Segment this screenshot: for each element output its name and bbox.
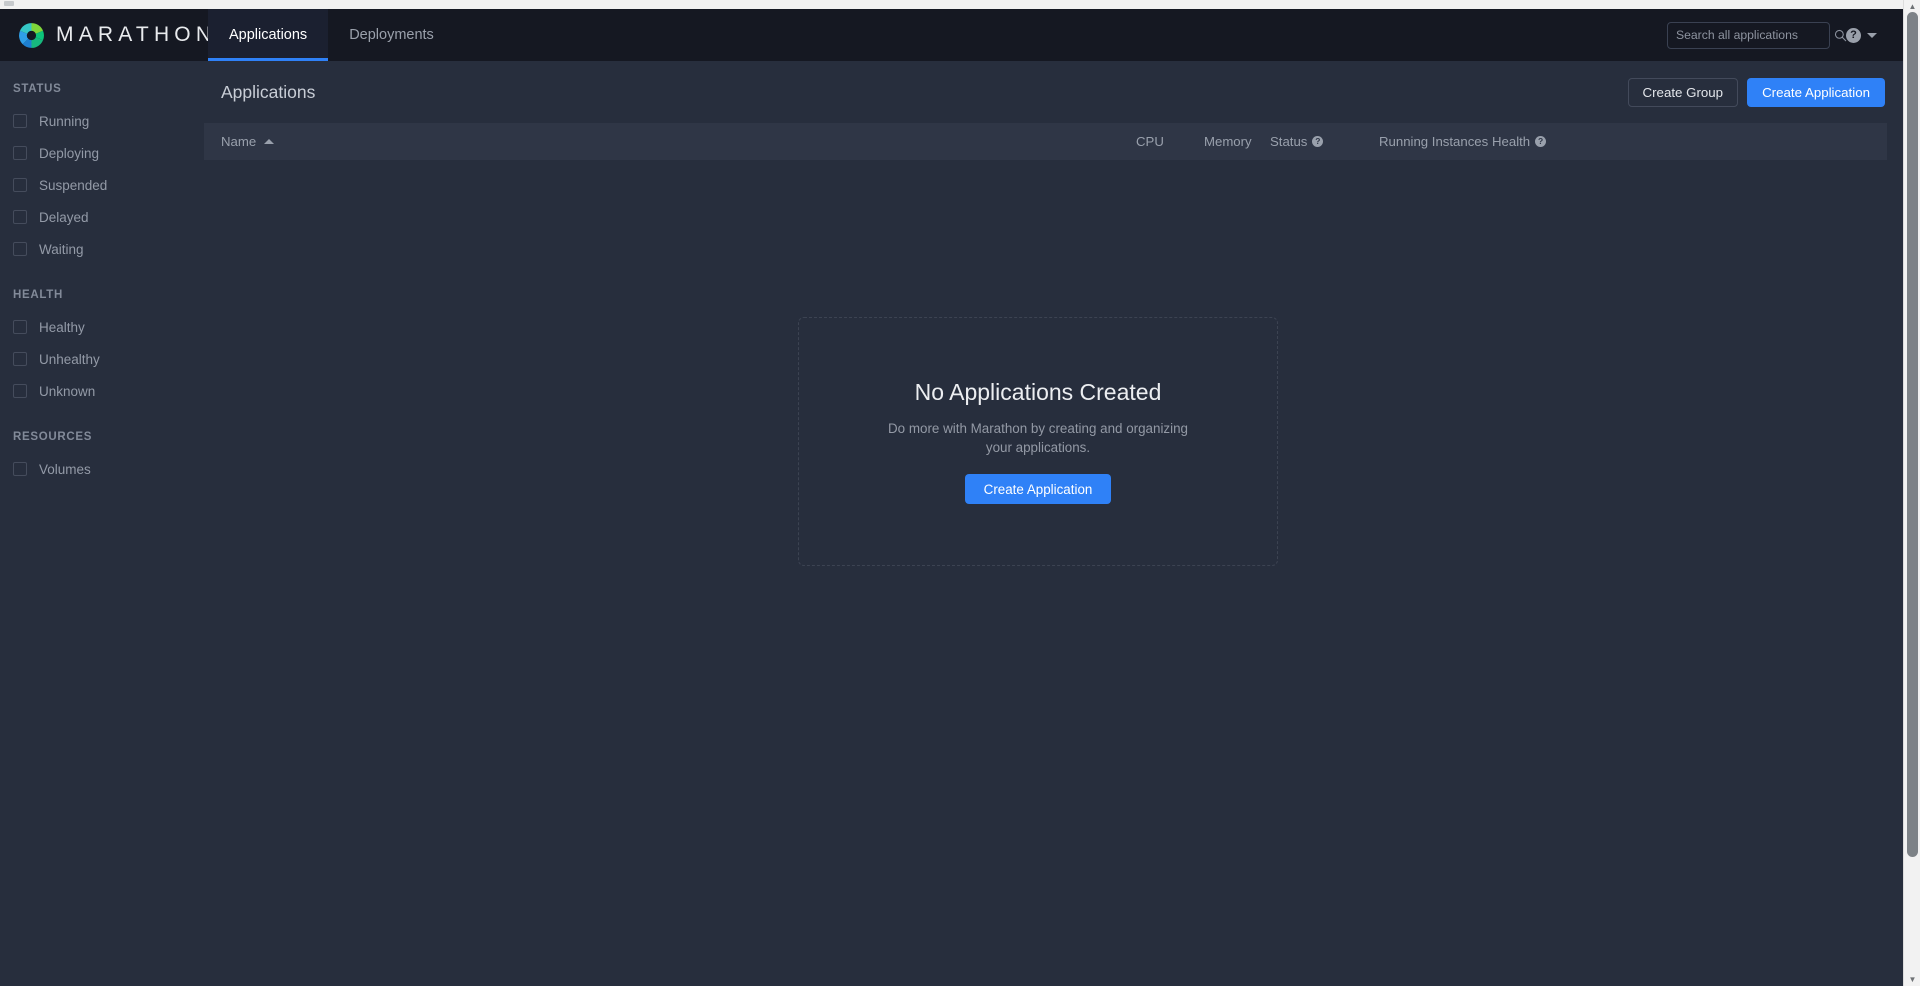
search-box[interactable]: [1667, 21, 1847, 49]
column-header-label: CPU: [1136, 134, 1164, 149]
filter-label: Healthy: [39, 319, 85, 335]
filter-item-delayed[interactable]: Delayed: [0, 201, 204, 233]
create-application-button[interactable]: Create Application: [1747, 77, 1885, 107]
filter-item-unknown[interactable]: Unknown: [0, 375, 204, 407]
nav-tabs: Applications Deployments: [208, 9, 455, 61]
browser-scrollbar[interactable]: ▲ ▼: [1903, 0, 1920, 986]
column-header-label: Name: [221, 134, 257, 149]
browser-viewport: MARATHON Applications Deployments Search…: [0, 0, 1920, 986]
filter-group-status: STATUS Running Deploying Suspended Delay…: [0, 61, 204, 265]
navbar-right-controls: ?: [1667, 21, 1903, 49]
filter-item-unhealthy[interactable]: Unhealthy: [0, 343, 204, 375]
checkbox-icon[interactable]: [13, 384, 27, 398]
filter-label: Volumes: [39, 461, 91, 477]
filter-group-title-health: HEALTH: [13, 289, 63, 301]
column-header-label: Status: [1270, 134, 1308, 149]
filter-group-resources: RESOURCES Volumes: [0, 407, 204, 485]
column-header-health[interactable]: Health ?: [1492, 134, 1547, 149]
applications-table-body: No Applications Created Do more with Mar…: [204, 160, 1887, 986]
scrollbar-arrow-down-icon[interactable]: ▼: [1908, 976, 1917, 984]
top-navbar: MARATHON Applications Deployments Search…: [0, 9, 1903, 61]
empty-state-panel: No Applications Created Do more with Mar…: [798, 317, 1278, 566]
content-header-actions: Create Group Create Application: [1627, 77, 1885, 107]
filter-label: Delayed: [39, 209, 89, 225]
filter-item-volumes[interactable]: Volumes: [0, 453, 204, 485]
chevron-down-icon: [1867, 32, 1877, 38]
filter-item-suspended[interactable]: Suspended: [0, 169, 204, 201]
browser-top-strip: [0, 0, 1920, 9]
marathon-donut-logo-icon: [18, 22, 45, 49]
column-header-running-instances[interactable]: Running Instances: [1379, 134, 1488, 149]
sort-ascending-icon: [264, 139, 275, 144]
filter-label: Unhealthy: [39, 351, 100, 367]
checkbox-icon[interactable]: [13, 352, 27, 366]
filter-label: Waiting: [39, 241, 84, 257]
scrollbar-arrow-up-icon[interactable]: ▲: [1908, 3, 1917, 11]
filter-group-health: HEALTH Healthy Unhealthy Unknown: [0, 265, 204, 407]
checkbox-icon[interactable]: [13, 146, 27, 160]
column-header-status[interactable]: Status ?: [1270, 134, 1324, 149]
filter-label: Deploying: [39, 145, 100, 161]
filter-label: Suspended: [39, 177, 108, 193]
checkbox-icon[interactable]: [13, 178, 27, 192]
content-header: Applications Create Group Create Applica…: [204, 61, 1903, 123]
empty-state-create-application-button[interactable]: Create Application: [964, 474, 1112, 505]
checkbox-icon[interactable]: [13, 462, 27, 476]
column-header-label: Running Instances: [1379, 134, 1489, 149]
page-title: Applications: [221, 81, 316, 102]
checkbox-icon[interactable]: [13, 210, 27, 224]
brand[interactable]: MARATHON: [0, 9, 211, 61]
filter-group-title-status: STATUS: [13, 83, 62, 95]
filter-item-healthy[interactable]: Healthy: [0, 311, 204, 343]
empty-state-title: No Applications Created: [914, 378, 1162, 405]
filter-sidebar: STATUS Running Deploying Suspended Delay…: [0, 61, 204, 986]
column-header-label: Health: [1492, 134, 1531, 149]
filter-item-running[interactable]: Running: [0, 105, 204, 137]
column-header-name[interactable]: Name: [221, 134, 275, 149]
column-header-label: Memory: [1204, 134, 1252, 149]
filter-label: Running: [39, 113, 90, 129]
browser-top-strip-mark: [4, 1, 14, 6]
help-icon[interactable]: ?: [1312, 136, 1324, 147]
question-mark-icon: ?: [1846, 27, 1861, 43]
tab-applications[interactable]: Applications: [208, 9, 329, 61]
empty-state-description: Do more with Marathon by creating and or…: [888, 420, 1188, 455]
filter-item-deploying[interactable]: Deploying: [0, 137, 204, 169]
help-menu-button[interactable]: ?: [1846, 27, 1877, 43]
marathon-app: MARATHON Applications Deployments Search…: [0, 9, 1903, 986]
checkbox-icon[interactable]: [13, 114, 27, 128]
scrollbar-thumb[interactable]: [1907, 12, 1918, 857]
main-content: Applications Create Group Create Applica…: [204, 61, 1903, 986]
checkbox-icon[interactable]: [13, 320, 27, 334]
create-group-button[interactable]: Create Group: [1627, 77, 1739, 107]
filter-label: Unknown: [39, 383, 96, 399]
search-input[interactable]: [1676, 28, 1834, 42]
tab-deployments[interactable]: Deployments: [328, 9, 455, 61]
applications-table-header: Name CPU Memory Status ? Running Instanc…: [204, 123, 1887, 160]
filter-item-waiting[interactable]: Waiting: [0, 233, 204, 265]
column-header-memory[interactable]: Memory: [1204, 134, 1252, 149]
filter-group-title-resources: RESOURCES: [13, 431, 93, 443]
checkbox-icon[interactable]: [13, 242, 27, 256]
column-header-cpu[interactable]: CPU: [1136, 134, 1164, 149]
help-icon[interactable]: ?: [1535, 136, 1547, 147]
brand-title: MARATHON: [56, 23, 217, 46]
